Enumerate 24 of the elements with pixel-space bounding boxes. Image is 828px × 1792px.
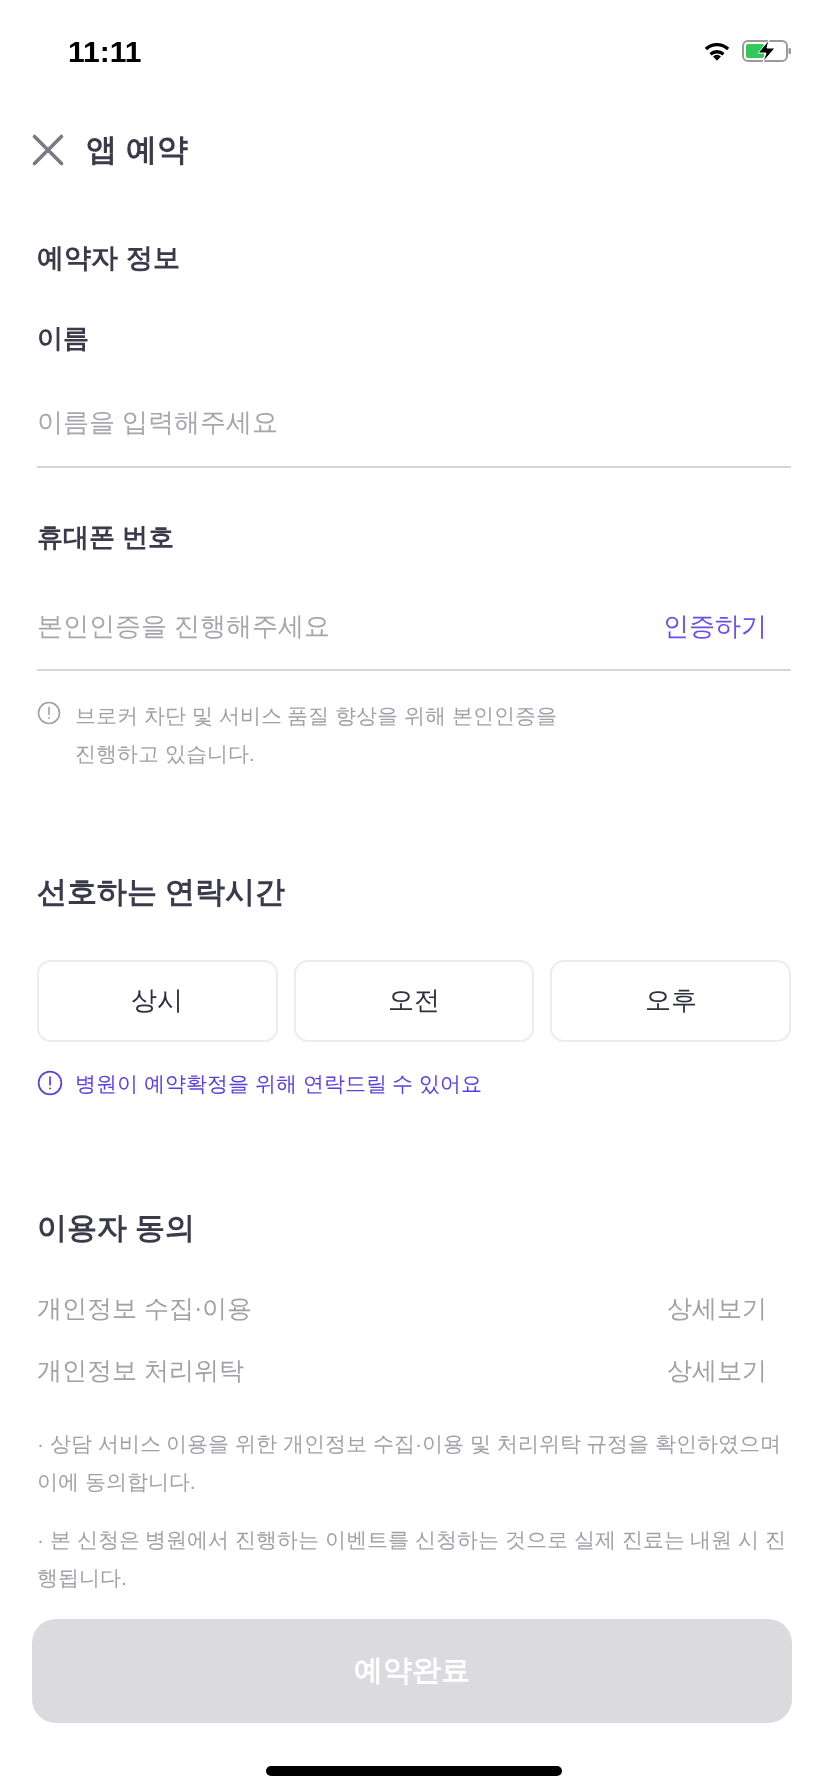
close-icon[interactable] [30,132,66,168]
consent-note: · 상담 서비스 이용을 위한 개인정보 수집·이용 및 처리위탁 규정을 확인하였으며 이에 동의합니다. [37,1431,783,1495]
contact-notice: 병원이 예약확정을 위해 연락드릴 수 있어요 [75,1070,483,1097]
section-title: 이용자 동의 [37,1210,197,1246]
section-title: 선호하는 연락시간 [37,873,287,910]
consent-note: · 본 신청은 병원에서 진행하는 이벤트를 신청하는 것으로 실제 진료는 내원 시 진행됩니다. [37,1527,787,1591]
verify-link[interactable]: 인증하기 [663,607,767,646]
info-icon [37,1070,63,1097]
wifi-icon [702,40,732,62]
time-option-button[interactable]: 오후 [550,959,791,1042]
consent-item: 개인정보 처리위탁 [37,1354,244,1386]
name-input[interactable]: 이름을 입력해주세요 [37,379,791,468]
status-time: 11:11 [68,33,142,70]
phone-input[interactable]: 본인인증을 진행해주세요 [37,584,663,669]
info-icon [37,700,61,725]
section-title: 예약자 정보 [37,242,181,275]
time-option-button[interactable]: 상시 [37,959,278,1042]
field-label: 이름 [37,321,90,355]
consent-item: 개인정보 수집·이용 [37,1293,253,1324]
battery-charging-icon [742,39,792,63]
field-label: 휴대폰 번호 [37,520,176,554]
page-title: 앱 예약 [86,130,188,169]
time-option-button[interactable]: 오전 [293,959,535,1042]
verification-notice: 브로커 차단 및 서비스 품질 향상을 위해 본인인증을 진행하고 있습니다. [75,702,558,767]
